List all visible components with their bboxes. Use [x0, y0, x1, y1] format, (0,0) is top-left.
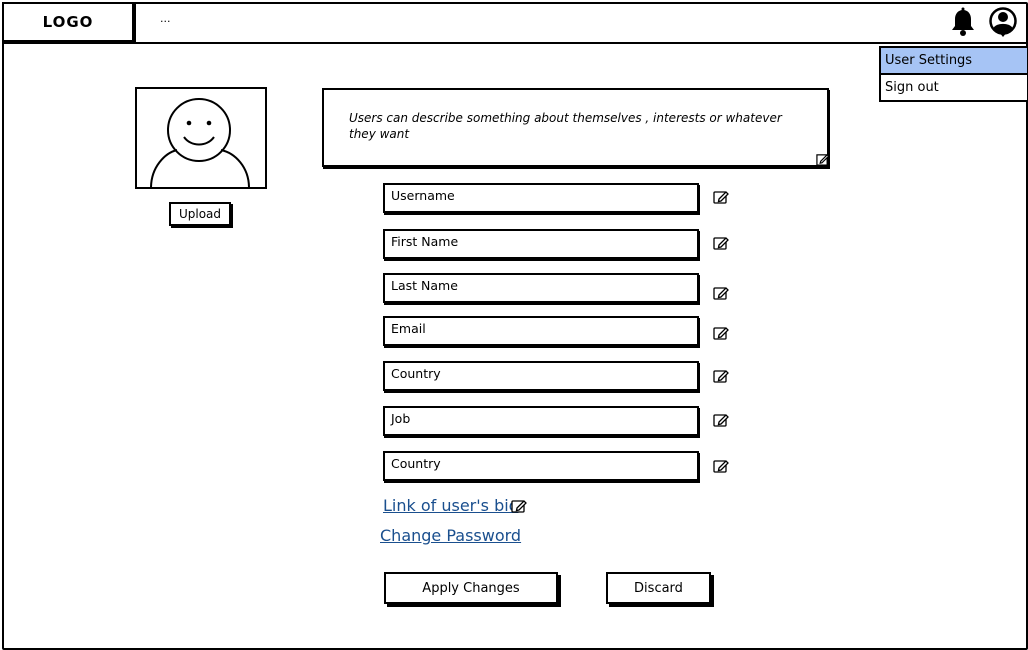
- edit-icon[interactable]: [713, 459, 729, 473]
- top-bar: [2, 2, 1026, 44]
- edit-icon[interactable]: [713, 236, 729, 250]
- avatar-placeholder-icon: [150, 98, 250, 187]
- job-field[interactable]: Job: [383, 406, 699, 436]
- edit-icon[interactable]: [713, 190, 729, 204]
- username-field[interactable]: Username: [383, 183, 699, 213]
- username-field-label: Username: [391, 188, 455, 203]
- upload-button[interactable]: Upload: [169, 202, 231, 226]
- user-dropdown-menu: User Settings Sign out: [879, 46, 1028, 102]
- logo[interactable]: LOGO: [2, 2, 134, 42]
- bio-text: Users can describe something about thems…: [349, 111, 782, 141]
- email-field[interactable]: Email: [383, 316, 699, 346]
- email-field-label: Email: [391, 321, 426, 336]
- country-field-2[interactable]: Country: [383, 451, 699, 481]
- last-name-field[interactable]: Last Name: [383, 273, 699, 303]
- first-name-field[interactable]: First Name: [383, 229, 699, 259]
- first-name-field-label: First Name: [391, 234, 459, 249]
- avatar: [135, 87, 267, 189]
- job-field-label: Job: [391, 411, 411, 426]
- edit-icon[interactable]: [816, 153, 829, 166]
- edit-icon[interactable]: [713, 326, 729, 340]
- edit-icon[interactable]: [713, 369, 729, 383]
- country-field-label: Country: [391, 366, 441, 381]
- bell-icon[interactable]: [949, 7, 977, 37]
- edit-icon[interactable]: [511, 499, 527, 513]
- user-circle-icon[interactable]: [988, 6, 1018, 38]
- menu-item-user-settings[interactable]: User Settings: [881, 48, 1027, 75]
- country-field-2-label: Country: [391, 456, 441, 471]
- bio-textarea[interactable]: Users can describe something about thems…: [322, 88, 829, 167]
- change-password-link[interactable]: Change Password: [380, 526, 521, 545]
- menu-item-sign-out[interactable]: Sign out: [881, 75, 1027, 100]
- topbar-ellipsis: ...: [160, 12, 171, 25]
- apply-changes-button[interactable]: Apply Changes: [384, 572, 558, 604]
- edit-icon[interactable]: [713, 286, 729, 300]
- discard-button[interactable]: Discard: [606, 572, 711, 604]
- bio-link[interactable]: Link of user's bio: [383, 496, 518, 515]
- country-field[interactable]: Country: [383, 361, 699, 391]
- last-name-field-label: Last Name: [391, 278, 458, 293]
- edit-icon[interactable]: [713, 413, 729, 427]
